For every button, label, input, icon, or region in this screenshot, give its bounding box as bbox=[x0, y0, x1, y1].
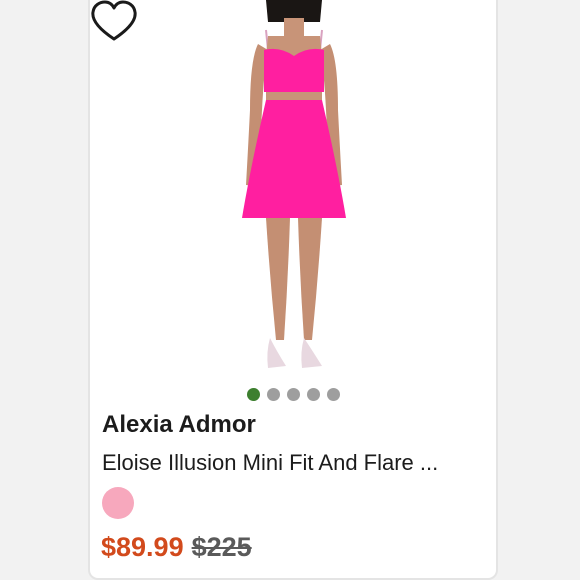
product-image[interactable] bbox=[90, 0, 496, 385]
carousel-dot[interactable] bbox=[246, 388, 260, 401]
carousel-dot[interactable] bbox=[266, 388, 280, 401]
color-swatch[interactable] bbox=[102, 487, 134, 519]
carousel-dot[interactable] bbox=[286, 388, 300, 401]
carousel-dot[interactable] bbox=[326, 388, 340, 401]
product-brand[interactable]: Alexia Admor bbox=[102, 411, 256, 439]
product-title[interactable]: Eloise Illusion Mini Fit And Flare ... bbox=[102, 450, 492, 476]
heart-icon[interactable] bbox=[90, 0, 138, 42]
original-price: $225 bbox=[191, 532, 252, 562]
carousel-dot[interactable] bbox=[306, 388, 320, 401]
model-photo bbox=[242, 0, 346, 368]
carousel-dots bbox=[90, 388, 496, 404]
price-row: $89.99 $225 bbox=[101, 532, 252, 563]
sale-price: $89.99 bbox=[101, 532, 184, 562]
product-card[interactable]: Alexia Admor Eloise Illusion Mini Fit An… bbox=[88, 0, 498, 580]
